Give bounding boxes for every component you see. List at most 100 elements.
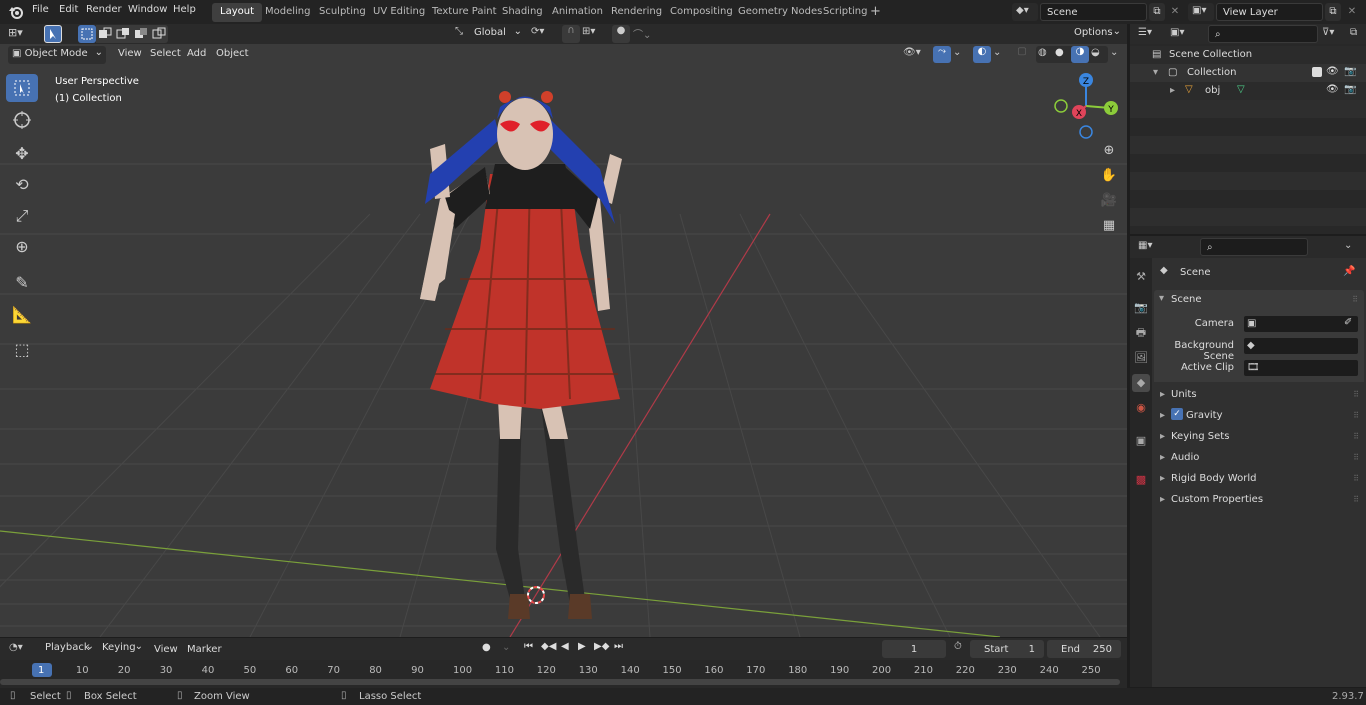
stopwatch-icon[interactable]: ⏱	[954, 641, 962, 652]
menu-render[interactable]: Render	[86, 4, 122, 15]
close-view-layer-icon[interactable]: ✕	[1344, 3, 1360, 21]
material-preview-icon[interactable]: ◑	[1071, 46, 1089, 63]
tab-compositing[interactable]: Compositing	[662, 3, 741, 22]
section-keying-sets[interactable]: ▸ Keying Sets ⠿	[1155, 427, 1365, 447]
tab-shading[interactable]: Shading	[494, 3, 551, 22]
chevron-down-icon[interactable]: ⌄	[1344, 240, 1352, 251]
editor-type-icon[interactable]: ☰▾	[1138, 27, 1152, 38]
tool-rotate[interactable]: ⟲	[6, 171, 38, 199]
drag-handle-icon[interactable]: ⠿	[1353, 390, 1359, 399]
editor-type-icon[interactable]: ◔▾	[9, 642, 23, 653]
play-reverse-icon[interactable]: ◀	[561, 641, 569, 652]
tool-select-box[interactable]	[6, 74, 38, 102]
xray-toggle-icon[interactable]: ▢	[1014, 46, 1030, 63]
scene-name-field[interactable]: Scene	[1040, 3, 1147, 21]
eye-icon[interactable]: 👁	[1326, 66, 1339, 77]
tool-properties-tab-icon[interactable]: ⚒	[1132, 268, 1150, 286]
texture-properties-tab-icon[interactable]: ▩	[1132, 471, 1150, 489]
drag-handle-icon[interactable]: ⠿	[1353, 453, 1359, 462]
chevron-down-icon[interactable]: ⌄	[953, 47, 961, 58]
display-mode-icon[interactable]: ▣▾	[1170, 27, 1184, 38]
view-layer-properties-tab-icon[interactable]: 🖼	[1132, 349, 1150, 367]
chevron-down-icon[interactable]: ⌄	[993, 47, 1001, 58]
select-mode-extend-icon[interactable]	[96, 25, 114, 43]
new-scene-icon[interactable]: ⧉	[1149, 3, 1165, 21]
editor-type-icon[interactable]: ▦▾	[1138, 240, 1152, 251]
snap-icon[interactable]: ∩	[562, 25, 580, 43]
tool-scale[interactable]: ⤢	[6, 202, 38, 230]
select-mode-invert-icon[interactable]	[132, 25, 150, 43]
new-collection-icon[interactable]: ⧉	[1350, 27, 1357, 38]
drag-handle-icon[interactable]: ⠿	[1353, 474, 1359, 483]
timeline-menu-marker[interactable]: Marker	[187, 644, 222, 655]
tab-texture-paint[interactable]: Texture Paint	[424, 3, 505, 22]
blender-logo-icon[interactable]	[8, 4, 24, 20]
wireframe-shading-icon[interactable]: ◍	[1038, 47, 1047, 58]
tab-modeling[interactable]: Modeling	[257, 3, 319, 22]
expand-arrow-icon[interactable]: ▸	[1170, 85, 1175, 96]
menu-edit[interactable]: Edit	[59, 4, 78, 15]
rendered-shading-icon[interactable]: ◒	[1091, 47, 1100, 58]
menu-file[interactable]: File	[32, 4, 49, 15]
camera-render-icon[interactable]: 📷	[1344, 84, 1356, 95]
menu-window[interactable]: Window	[128, 4, 167, 15]
pan-hand-icon[interactable]: ✋	[1097, 165, 1121, 187]
jump-end-icon[interactable]: ⏭	[614, 641, 623, 652]
section-rigid-body-world[interactable]: ▸ Rigid Body World ⠿	[1155, 469, 1365, 489]
playback-menu[interactable]: Playback ⌄	[40, 640, 96, 658]
current-frame-field[interactable]: 1	[882, 640, 946, 658]
add-workspace-button[interactable]: +	[866, 3, 885, 22]
exclude-checkbox[interactable]	[1312, 67, 1322, 77]
render-properties-tab-icon[interactable]: 📷	[1132, 299, 1150, 317]
snap-target-icon[interactable]: ⊞▾	[582, 26, 595, 37]
timeline-menu-view[interactable]: View	[154, 644, 178, 655]
output-properties-tab-icon[interactable]: 🖶	[1132, 324, 1150, 342]
timeline-scrollbar[interactable]	[0, 679, 1120, 685]
navigation-gizmo[interactable]: Z Y X	[1046, 70, 1126, 142]
select-mode-new-icon[interactable]	[78, 25, 96, 43]
chevron-down-icon[interactable]: ⌄	[1110, 47, 1118, 58]
outliner-row-obj[interactable]: ▸ ▽ obj ▽ 👁 📷	[1130, 82, 1366, 100]
overlays-toggle-icon[interactable]: ◐	[973, 46, 991, 63]
tool-cursor[interactable]	[6, 106, 38, 134]
chevron-down-icon[interactable]: ⌄	[502, 642, 510, 653]
eyedropper-icon[interactable]: ✐	[1344, 317, 1352, 328]
outliner-search-input[interactable]: ⌕	[1208, 25, 1318, 43]
pin-icon[interactable]: 📌	[1343, 266, 1355, 277]
proportional-falloff-icon[interactable]: ⌒⌄	[633, 26, 651, 41]
start-frame-field[interactable]: Start 1	[970, 640, 1044, 658]
section-gravity[interactable]: ▸ ✓ Gravity ⠿	[1155, 406, 1365, 426]
tool-add-cube[interactable]: ⬚	[6, 336, 38, 364]
filter-icon[interactable]: ⊽▾	[1322, 27, 1334, 38]
gizmo-toggle-icon[interactable]: ⤳	[933, 46, 951, 63]
world-properties-tab-icon[interactable]: ◉	[1132, 399, 1150, 417]
background-scene-field[interactable]	[1243, 337, 1359, 355]
section-units[interactable]: ▸ Units ⠿	[1155, 385, 1365, 405]
drag-handle-icon[interactable]: ⠿	[1353, 411, 1359, 420]
object-mode-dropdown[interactable]: ▣ Object Mode ⌄	[8, 46, 106, 64]
select-mode-intersect-icon[interactable]	[150, 25, 168, 43]
view-layer-browse-button[interactable]: ▣▾	[1188, 3, 1214, 21]
tab-layout[interactable]: Layout	[212, 3, 262, 22]
tool-transform[interactable]: ⊕	[6, 233, 38, 261]
jump-start-icon[interactable]: ⏮	[524, 641, 533, 652]
viewport-menu-add[interactable]: Add	[187, 48, 206, 59]
close-scene-icon[interactable]: ✕	[1167, 3, 1183, 21]
tool-measure[interactable]: 📐	[6, 301, 38, 329]
play-icon[interactable]: ▶	[578, 641, 586, 652]
camera-view-icon[interactable]: 🎥	[1097, 190, 1121, 212]
3d-viewport[interactable]: ✥ ⟲ ⤢ ⊕ ✎ 📐 ⬚ User Perspective (1) Colle…	[0, 44, 1127, 637]
section-audio[interactable]: ▸ Audio ⠿	[1155, 448, 1365, 468]
scene-properties-tab-icon[interactable]: ◆	[1132, 374, 1150, 392]
tab-animation[interactable]: Animation	[544, 3, 611, 22]
perspective-toggle-icon[interactable]: ▦	[1097, 215, 1121, 237]
properties-search-input[interactable]: ⌕	[1200, 238, 1308, 256]
end-frame-field[interactable]: End 250	[1047, 640, 1121, 658]
gravity-checkbox[interactable]: ✓	[1171, 408, 1183, 420]
viewport-menu-object[interactable]: Object	[216, 48, 249, 59]
3d-cursor-icon[interactable]	[524, 583, 548, 607]
drag-handle-icon[interactable]: ⠿	[1353, 495, 1359, 504]
prev-keyframe-icon[interactable]: ◆◀	[541, 641, 556, 652]
view-layer-name-field[interactable]: View Layer	[1216, 3, 1323, 21]
tab-rendering[interactable]: Rendering	[603, 3, 670, 22]
